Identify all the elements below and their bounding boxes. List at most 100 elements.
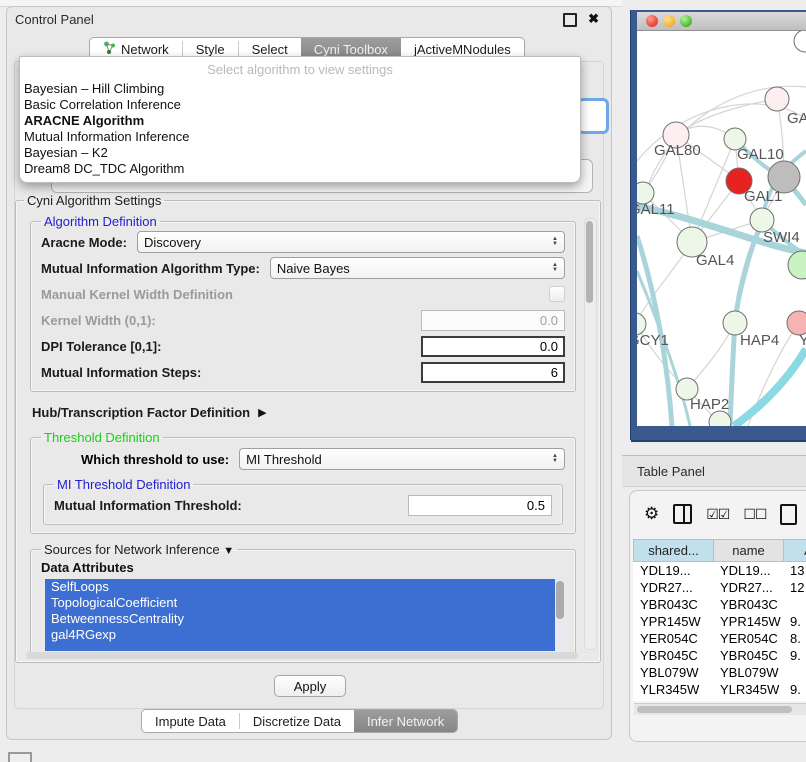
table-cell: 8. [783, 630, 806, 647]
table-panel-title: Table Panel [637, 464, 705, 479]
aracne-mode-row: Aracne Mode: Discovery ▲▼ [41, 229, 565, 255]
mi-steps-field[interactable] [421, 362, 565, 383]
algorithm-option[interactable]: Dream8 DC_TDC Algorithm [20, 161, 580, 177]
focused-spinner-fragment[interactable] [577, 98, 609, 134]
table-row[interactable]: YBR043CYBR043C [633, 596, 806, 613]
kernel-width-row: Kernel Width (0,1): [41, 307, 565, 333]
algorithm-option[interactable]: ARACNE Algorithm [20, 113, 580, 129]
settings-scrollbar-thumb[interactable] [586, 221, 593, 303]
deselect-all-checks-icon[interactable]: ☐☐ [743, 506, 766, 523]
table-row[interactable]: YDL19...YDL19...13 [633, 562, 806, 579]
table-row[interactable]: YLR345WYLR345W9. [633, 681, 806, 698]
sources-group: Sources for Network Inference ▼ Data Att… [30, 542, 576, 658]
list-scrollbar [555, 579, 565, 651]
mi-type-label: Mutual Information Algorithm Type: [41, 261, 260, 276]
network-canvas[interactable]: GALGAL80GAL10GAL11GAL1SWI4GAL4GCY1HAP4YH… [637, 31, 806, 426]
column-header-1[interactable]: name [713, 539, 783, 562]
kernel-width-field[interactable] [421, 310, 565, 331]
table-cell: YLR345W [633, 681, 713, 698]
desktop: Control Panel ✖ NetworkStyleSelectCyni T… [0, 0, 806, 762]
table-cell: 9. [783, 647, 806, 664]
control-panel-titlebar: Control Panel ✖ [7, 7, 611, 31]
table-row[interactable]: YBR045CYBR045C9. [633, 647, 806, 664]
algorithm-option[interactable]: Basic Correlation Inference [20, 97, 580, 113]
network-node[interactable] [794, 31, 806, 52]
algorithm-option[interactable]: Bayesian – Hill Climbing [20, 81, 580, 97]
hub-definition-toggle[interactable]: Hub/Transcription Factor Definition ▶ [32, 400, 578, 424]
table-cell: YPR145W [633, 613, 713, 630]
node-label: Y [799, 332, 806, 349]
table-cell: YDR27... [713, 579, 783, 596]
table-row[interactable]: YBL079WYBL079W [633, 664, 806, 681]
algorithm-dropdown-list: Bayesian – Hill ClimbingBasic Correlatio… [20, 81, 580, 177]
spinner-icon: ▲▼ [552, 454, 558, 464]
node-label: GAL1 [744, 188, 782, 205]
list-scrollbar-thumb[interactable] [556, 581, 564, 619]
dpi-tolerance-field[interactable] [421, 336, 565, 357]
mi-threshold-field[interactable] [408, 495, 552, 516]
sources-title[interactable]: Sources for Network Inference ▼ [41, 542, 237, 557]
data-attribute-item[interactable]: BetweennessCentrality [45, 611, 565, 627]
network-node[interactable] [765, 87, 789, 111]
node-label: GCY1 [637, 332, 669, 349]
control-panel-title: Control Panel [15, 12, 94, 27]
column-header-2[interactable]: A [783, 539, 806, 562]
table-header: shared...nameA [633, 539, 806, 562]
apply-button[interactable]: Apply [274, 675, 346, 697]
network-node[interactable] [788, 251, 806, 279]
table-row[interactable]: YER054CYER054C8. [633, 630, 806, 647]
dpi-tolerance-label: DPI Tolerance [0,1]: [41, 339, 161, 354]
bottom-tab-impute-data[interactable]: Impute Data [142, 710, 239, 732]
mi-type-row: Mutual Information Algorithm Type: Naive… [41, 255, 565, 281]
algorithm-dropdown-placeholder: Select algorithm to view settings [20, 57, 580, 81]
close-icon[interactable]: ✖ [588, 11, 599, 27]
cyni-algorithm-settings-group: Cyni Algorithm Settings Algorithm Defini… [15, 193, 601, 663]
table-cell: 13 [783, 562, 806, 579]
table-scrollbar-thumb[interactable] [637, 706, 792, 713]
expand-down-icon: ▼ [223, 545, 234, 557]
minimized-panel-tab[interactable] [8, 752, 32, 762]
network-node[interactable] [709, 411, 731, 426]
select-all-checks-icon[interactable]: ☑☑ [706, 506, 729, 523]
network-window-titlebar[interactable] [637, 12, 806, 31]
which-threshold-select[interactable]: MI Threshold ▲▼ [239, 448, 565, 470]
gear-icon[interactable]: ⚙ [644, 504, 659, 524]
network-edge[interactable] [734, 349, 806, 426]
algorithm-dropdown: Select algorithm to view settings Bayesi… [19, 56, 581, 183]
file-icon[interactable] [780, 504, 797, 525]
settings-vertical-scrollbar [584, 218, 597, 650]
bottom-tab-infer-network[interactable]: Infer Network [354, 710, 457, 732]
node-label: GAL80 [654, 142, 701, 159]
table-cell: YBL079W [713, 664, 783, 681]
data-attribute-item[interactable]: gal4RGexp [45, 627, 565, 643]
algorithm-definition-group: Algorithm Definition Aracne Mode: Discov… [30, 214, 576, 392]
tab-label: Cyni Toolbox [314, 42, 388, 57]
algorithm-option[interactable]: Mutual Information Inference [20, 129, 580, 145]
table-row[interactable]: YPR145WYPR145W9. [633, 613, 806, 630]
minimize-traffic-light-icon[interactable] [663, 15, 675, 27]
table-cell: YPR145W [713, 613, 783, 630]
mi-threshold-label: Mutual Information Threshold: [54, 498, 242, 513]
settings-horizontal-scrollbar[interactable] [26, 652, 578, 659]
mi-type-select[interactable]: Naive Bayes ▲▼ [270, 257, 565, 279]
table-panel: ⚙ ☑☑ ☐☐ shared...nameA YDL19...YDL19...1… [629, 490, 806, 742]
which-threshold-label: Which threshold to use: [81, 452, 229, 467]
table-row[interactable]: YIL052CYIL052C9 [633, 698, 806, 701]
threshold-definition-title: Threshold Definition [41, 430, 163, 445]
algorithm-option[interactable]: Bayesian – K2 [20, 145, 580, 161]
table-cell: 9. [783, 613, 806, 630]
float-window-icon[interactable] [563, 13, 577, 27]
manual-kernel-checkbox[interactable] [549, 286, 565, 302]
data-attribute-item[interactable]: SelfLoops [45, 579, 565, 595]
table-row[interactable]: YDR27...YDR27...12 [633, 579, 806, 596]
columns-icon[interactable] [673, 504, 692, 524]
aracne-mode-select[interactable]: Discovery ▲▼ [137, 231, 565, 253]
data-attributes-list: SelfLoopsTopologicalCoefficientBetweenne… [45, 579, 565, 651]
zoom-traffic-light-icon[interactable] [680, 15, 692, 27]
column-header-0[interactable]: shared... [633, 539, 713, 562]
tab-label: Network [121, 42, 169, 57]
table-cell: YBR045C [633, 647, 713, 664]
bottom-tab-discretize-data[interactable]: Discretize Data [240, 710, 354, 732]
close-traffic-light-icon[interactable] [646, 15, 658, 27]
data-attribute-item[interactable]: TopologicalCoefficient [45, 595, 565, 611]
